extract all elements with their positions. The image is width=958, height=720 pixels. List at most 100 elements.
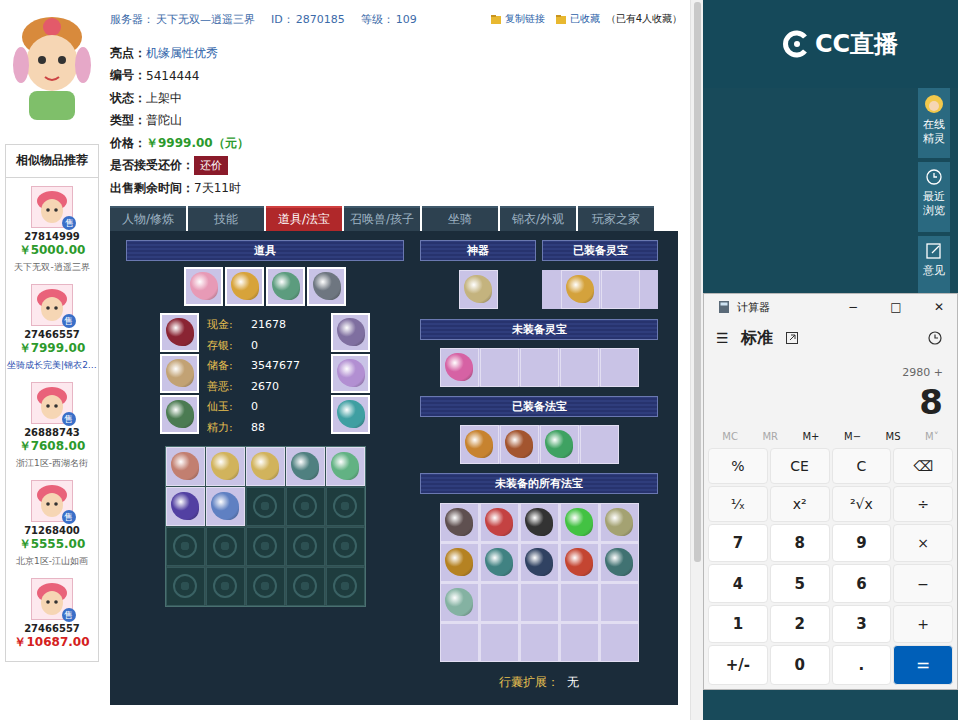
lingbao-slot[interactable] — [480, 348, 519, 387]
lingbao-slot[interactable] — [520, 348, 559, 387]
calc-key[interactable]: % — [708, 448, 768, 484]
calc-key[interactable]: ÷ — [893, 486, 953, 522]
similar-item[interactable]: 售26888743￥7608.00浙江1区-西湖名街 — [16, 382, 88, 470]
similar-item[interactable]: 售71268400￥5555.00北京1区-江山如画 — [16, 480, 88, 568]
bag-slot[interactable] — [166, 527, 205, 566]
bag-slot[interactable] — [246, 567, 285, 606]
bag-slot[interactable] — [286, 567, 325, 606]
fabao-slot[interactable] — [520, 623, 559, 662]
lingbao-slot[interactable] — [560, 348, 599, 387]
lingbao-slot[interactable] — [601, 270, 640, 309]
fabao-slot[interactable] — [560, 623, 599, 662]
item-slot[interactable] — [160, 313, 199, 352]
bargain-button[interactable]: 还价 — [194, 156, 228, 175]
server-name[interactable]: 天下无双—逍遥三界 — [156, 12, 255, 27]
scrollbar[interactable] — [690, 0, 703, 720]
lingbao-slot[interactable] — [561, 270, 600, 309]
fabao-slot[interactable] — [600, 503, 639, 542]
calc-key[interactable]: 5 — [770, 564, 830, 602]
bag-slot[interactable] — [206, 487, 245, 526]
calc-key[interactable]: x² — [770, 486, 830, 522]
scrollbar-thumb[interactable] — [694, 2, 701, 562]
bag-slot[interactable] — [286, 527, 325, 566]
fabao-slot[interactable] — [500, 425, 539, 464]
title-bar[interactable]: 计算器−□✕ — [704, 294, 957, 320]
favorited-button[interactable]: 已收藏 — [555, 12, 600, 26]
fabao-slot[interactable] — [440, 543, 479, 582]
bag-slot[interactable] — [206, 447, 245, 486]
calc-key[interactable]: 7 — [708, 524, 768, 562]
fabao-slot[interactable] — [520, 543, 559, 582]
calc-key[interactable]: 0 — [770, 645, 830, 685]
calc-key[interactable]: . — [832, 645, 892, 685]
fabao-slot[interactable] — [440, 623, 479, 662]
fabao-slot[interactable] — [480, 543, 519, 582]
calc-key[interactable]: 1 — [708, 605, 768, 643]
fabao-slot[interactable] — [540, 425, 579, 464]
fabao-slot[interactable] — [560, 503, 599, 542]
fabao-slot[interactable] — [560, 583, 599, 622]
bag-slot[interactable] — [166, 487, 205, 526]
fabao-slot[interactable] — [600, 583, 639, 622]
calc-key[interactable]: − — [893, 564, 953, 602]
bag-slot[interactable] — [286, 487, 325, 526]
window-control[interactable]: □ — [878, 300, 914, 314]
copy-link-button[interactable]: 复制链接 — [490, 12, 545, 26]
item-slot[interactable] — [307, 267, 346, 306]
calc-key[interactable]: × — [893, 524, 953, 562]
item-slot[interactable] — [160, 395, 199, 434]
calc-key[interactable]: +/- — [708, 645, 768, 685]
fabao-slot[interactable] — [440, 503, 479, 542]
fabao-slot[interactable] — [600, 623, 639, 662]
similar-item[interactable]: 售27466557￥7999.00坐骑成长完美|锦衣2… — [7, 284, 97, 372]
menu-button[interactable]: ☰ — [716, 330, 729, 346]
lingbao-slot[interactable] — [600, 348, 639, 387]
window-control[interactable]: ✕ — [921, 300, 957, 314]
calc-key[interactable]: 9 — [832, 524, 892, 562]
calc-key[interactable]: CE — [770, 448, 830, 484]
bag-slot[interactable] — [246, 527, 285, 566]
bag-slot[interactable] — [166, 567, 205, 606]
item-slot[interactable] — [331, 395, 370, 434]
calc-key[interactable]: + — [893, 605, 953, 643]
calc-key[interactable]: ²√x — [832, 486, 892, 522]
artifact-slot[interactable] — [459, 270, 498, 309]
fabao-slot[interactable] — [480, 583, 519, 622]
fabao-slot[interactable] — [580, 425, 619, 464]
fabao-slot[interactable] — [600, 543, 639, 582]
calc-key[interactable]: 8 — [770, 524, 830, 562]
calc-key[interactable]: C — [832, 448, 892, 484]
memory-button[interactable]: M− — [844, 431, 861, 442]
fabao-slot[interactable] — [560, 543, 599, 582]
item-slot[interactable] — [331, 354, 370, 393]
bag-slot[interactable] — [326, 567, 365, 606]
item-slot[interactable] — [225, 267, 264, 306]
keep-on-top-icon[interactable] — [785, 331, 799, 345]
tab[interactable]: 技能 — [188, 206, 264, 231]
calc-key[interactable]: 3 — [832, 605, 892, 643]
item-slot[interactable] — [184, 267, 223, 306]
similar-item[interactable]: 售27466557￥10687.00 — [14, 578, 89, 651]
bag-slot[interactable] — [206, 567, 245, 606]
fabao-slot[interactable] — [520, 583, 559, 622]
memory-button[interactable]: MS — [886, 431, 901, 442]
info-value[interactable]: 机缘属性优秀 — [146, 45, 218, 62]
bag-slot[interactable] — [326, 527, 365, 566]
calc-key[interactable]: 2 — [770, 605, 830, 643]
tab[interactable]: 锦衣/外观 — [500, 206, 576, 231]
bag-slot[interactable] — [246, 447, 285, 486]
calc-key[interactable]: ⌫ — [893, 448, 953, 484]
tab[interactable]: 玩家之家 — [578, 206, 654, 231]
bag-slot[interactable] — [286, 447, 325, 486]
item-slot[interactable] — [266, 267, 305, 306]
bag-slot[interactable] — [326, 447, 365, 486]
calc-key[interactable]: 4 — [708, 564, 768, 602]
tab[interactable]: 召唤兽/孩子 — [344, 206, 420, 231]
fabao-slot[interactable] — [440, 583, 479, 622]
fabao-slot[interactable] — [480, 623, 519, 662]
tab[interactable]: 人物/修炼 — [110, 206, 186, 231]
item-slot[interactable] — [331, 313, 370, 352]
fabao-slot[interactable] — [480, 503, 519, 542]
tab[interactable]: 坐骑 — [422, 206, 498, 231]
memory-button[interactable]: M+ — [802, 431, 819, 442]
